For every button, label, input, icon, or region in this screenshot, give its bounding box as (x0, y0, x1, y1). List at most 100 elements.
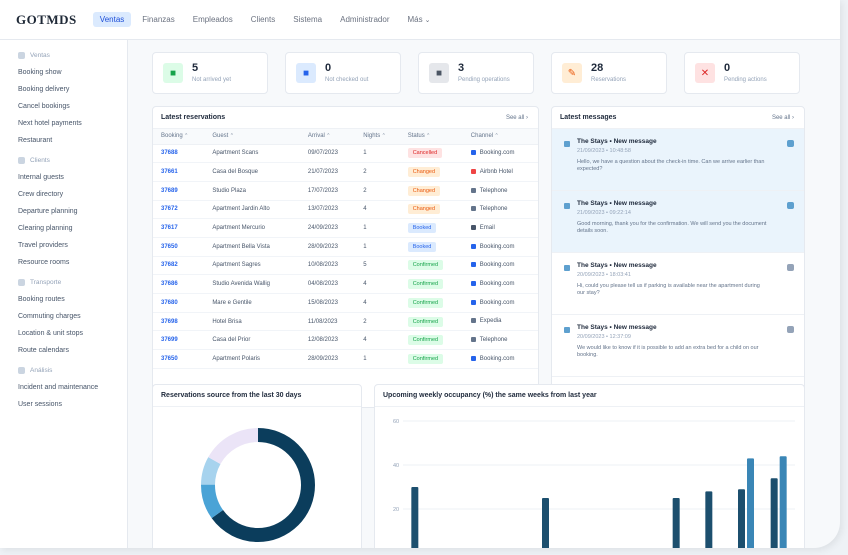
column-header[interactable]: Channel ⌃ (462, 129, 538, 145)
bar[interactable] (747, 458, 754, 548)
nav-item[interactable]: Finanzas (135, 12, 181, 27)
app-logo[interactable]: GOTMDS (16, 12, 77, 28)
channel-cell: Telephone (462, 200, 538, 220)
message-item[interactable]: The Stays • New message 20/09/2023 • 18:0… (552, 253, 804, 315)
sidebar-item[interactable]: Commuting charges (18, 308, 127, 325)
messages-see-all[interactable]: See all › (772, 115, 794, 121)
table-row[interactable]: 37680 Mare e Gentile 15/08/2023 4 Confirmed B… (153, 293, 538, 313)
bar[interactable] (672, 498, 680, 548)
nav-item[interactable]: Empleados (186, 12, 240, 27)
nights-cell: 4 (355, 330, 400, 351)
bar[interactable] (738, 489, 745, 548)
booking-id[interactable]: 37650 (153, 237, 205, 257)
nav-item-label: Administrador (340, 15, 390, 24)
column-header[interactable]: Booking ⌃ (153, 129, 205, 145)
sidebar-item[interactable]: Booking routes (18, 291, 127, 308)
bar[interactable] (411, 487, 419, 548)
column-header[interactable]: Guest ⌃ (204, 129, 300, 145)
nav-item[interactable]: Más ⌄ (400, 12, 437, 27)
reservations-card: Latest reservations See all › Booking ⌃ G… (152, 106, 539, 408)
sidebar-item[interactable]: Crew directory (18, 186, 127, 203)
nav-item[interactable]: Sistema (286, 12, 329, 27)
nav-item[interactable]: Ventas (92, 12, 132, 27)
flag-icon[interactable] (787, 326, 794, 333)
nav-item[interactable]: Clients (244, 12, 282, 27)
sidebar-item[interactable]: Location & unit stops (18, 325, 127, 342)
booking-id[interactable]: 37680 (153, 293, 205, 313)
stat-card[interactable]: ✎ 28 Reservations (551, 52, 667, 94)
table-row[interactable]: 37699 Casa del Prior 12/08/2023 4 Confirmed T… (153, 330, 538, 351)
sidebar-item[interactable]: Cancel bookings (18, 98, 127, 115)
status-badge: Booked (407, 223, 437, 234)
booking-id[interactable]: 37650 (153, 349, 205, 369)
table-row[interactable]: 37698 Hotel Brisa 11/08/2023 2 Confirmed Expe… (153, 312, 538, 332)
main-content: ■ 5 Not arrived yet ■ 0 Not checked out ■ 3 Pend… (128, 40, 840, 548)
table-row[interactable]: 37617 Apartment Mercurio 24/09/2023 1 Booked… (153, 218, 538, 238)
booking-id[interactable]: 37617 (153, 218, 205, 238)
message-item[interactable]: The Stays • New message 20/09/2023 • 12:3… (552, 315, 804, 377)
column-header[interactable]: Status ⌃ (399, 129, 463, 145)
sidebar-item[interactable]: Clearing planning (18, 220, 127, 237)
arrival-cell: 21/07/2023 (299, 162, 356, 182)
guest-cell: Studio Avenida Wallig (204, 274, 300, 294)
sidebar-item[interactable]: Departure planning (18, 203, 127, 220)
sidebar-item[interactable]: Restaurant (18, 132, 127, 149)
booking-id[interactable]: 37686 (153, 274, 205, 294)
table-row[interactable]: 37689 Studio Plaza 17/07/2023 2 Changed Telep… (153, 181, 538, 201)
column-header[interactable]: Arrival ⌃ (299, 129, 356, 145)
reservations-see-all[interactable]: See all › (506, 115, 528, 121)
flag-icon[interactable] (787, 202, 794, 209)
sidebar-item[interactable]: Next hotel payments (18, 115, 127, 132)
stat-card[interactable]: ■ 5 Not arrived yet (152, 52, 268, 94)
sidebar-item[interactable]: Booking delivery (18, 81, 127, 98)
booking-id[interactable]: 37699 (153, 330, 205, 351)
message-icon (564, 141, 570, 147)
table-row[interactable]: 37661 Casa del Bosque 21/07/2023 2 Changed Ai… (153, 162, 538, 182)
arrival-cell: 11/08/2023 (299, 312, 356, 332)
table-row[interactable]: 37672 Apartment Jardin Alto 13/07/2023 4 Cha… (153, 200, 538, 220)
bar[interactable] (770, 478, 778, 548)
sidebar-item[interactable]: Travel providers (18, 237, 127, 254)
message-icon (564, 327, 570, 333)
stat-value: 5 (192, 62, 199, 74)
stat-card[interactable]: ■ 0 Not checked out (285, 52, 401, 94)
flag-icon[interactable] (787, 264, 794, 271)
channel-cell: Telephone (462, 181, 538, 201)
bar[interactable] (779, 456, 787, 548)
table-row[interactable]: 37650 Apartment Polaris 28/09/2023 1 Confirm… (153, 349, 538, 369)
booking-id[interactable]: 37661 (153, 162, 205, 182)
channel-icon (470, 337, 476, 343)
stat-card[interactable]: ✕ 0 Pending actions (684, 52, 800, 94)
status-badge: Confirmed (407, 353, 444, 364)
channel-label: Telephone (479, 187, 508, 194)
message-item[interactable]: The Stays • New message 21/09/2023 • 10:4… (552, 129, 804, 191)
sidebar-item[interactable]: Route calendars (18, 342, 127, 359)
bar[interactable] (705, 491, 713, 548)
nav-item[interactable]: Administrador (333, 12, 396, 27)
status-badge: Confirmed (407, 297, 444, 308)
stat-card[interactable]: ■ 3 Pending operations (418, 52, 534, 94)
booking-id[interactable]: 37682 (153, 256, 205, 276)
sidebar-item[interactable]: Resource rooms (18, 254, 127, 271)
channel-cell: Booking.com (462, 256, 538, 276)
sidebar-item[interactable]: User sessions (18, 396, 127, 413)
booking-id[interactable]: 37688 (153, 144, 205, 164)
message-item[interactable]: The Stays • New message 21/09/2023 • 09:2… (552, 191, 804, 253)
table-row[interactable]: 37650 Apartment Bella Vista 28/09/2023 1 Boo… (153, 237, 538, 257)
booking-id[interactable]: 37689 (153, 181, 205, 201)
table-row[interactable]: 37682 Apartment Sagres 10/08/2023 5 Confirme… (153, 256, 538, 276)
booking-id[interactable]: 37672 (153, 200, 205, 220)
table-row[interactable]: 37686 Studio Avenida Wallig 04/08/2023 4 Con… (153, 274, 538, 294)
sidebar-item[interactable]: Booking show (18, 64, 127, 81)
booking-id[interactable]: 37698 (153, 312, 205, 332)
sidebar-item[interactable]: Incident and maintenance (18, 379, 127, 396)
channel-icon (470, 262, 476, 268)
sidebar-section-title: Transporte (30, 279, 62, 286)
bar[interactable] (542, 498, 549, 548)
table-row[interactable]: 37688 Apartment Scans 09/07/2023 1 Cancelled… (153, 144, 538, 164)
channel-cell: Airbnb Hotel (462, 162, 538, 182)
column-header[interactable]: Nights ⌃ (355, 129, 400, 145)
sidebar-item[interactable]: Internal guests (18, 169, 127, 186)
flag-icon[interactable] (787, 140, 794, 147)
guest-cell: Apartment Bella Vista (204, 237, 300, 257)
